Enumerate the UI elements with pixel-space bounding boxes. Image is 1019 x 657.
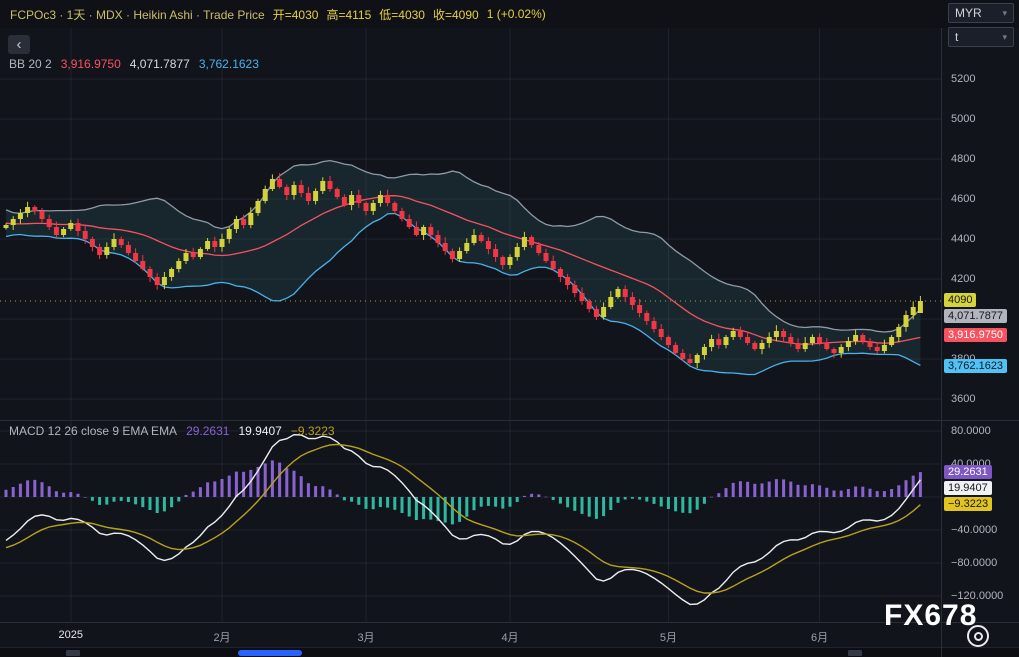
back-button[interactable]: ‹ bbox=[8, 35, 30, 54]
bb-legend-title[interactable]: BB 20 2 bbox=[9, 57, 52, 71]
time-label-3月: 3月 bbox=[357, 629, 374, 645]
last-price-label: 4090 bbox=[944, 293, 976, 307]
currency-value: MYR bbox=[955, 6, 982, 20]
chevron-down-icon: ▾ bbox=[1002, 32, 1007, 43]
bb-upper-value: 4,071.7877 bbox=[130, 57, 190, 71]
macd-tick: 80.0000 bbox=[951, 425, 991, 437]
macd-tick: −40.0000 bbox=[951, 524, 997, 536]
fx678-logo-icon bbox=[967, 625, 989, 647]
macd-line-label: 19.9407 bbox=[944, 481, 992, 495]
bb-legend: BB 20 2 3,916.9750 4,071.7877 3,762.1623 bbox=[9, 57, 259, 71]
macd-hist-value: 29.2631 bbox=[186, 424, 229, 438]
scrollbar-thumb[interactable] bbox=[238, 650, 302, 656]
price-tick-5000: 5000 bbox=[951, 113, 975, 125]
trading-chart-app: FCPOc3 · 1天 · MDX · Heikin Ashi · Trade … bbox=[0, 0, 1019, 657]
horizontal-scrollbar[interactable] bbox=[0, 647, 1019, 657]
macd-chart-svg[interactable] bbox=[0, 421, 941, 622]
ohlc-close: 收=4090 bbox=[433, 6, 479, 23]
watermark-text: FX678 bbox=[884, 599, 977, 633]
back-icon: ‹ bbox=[17, 37, 22, 52]
currency-dropdown[interactable]: MYR ▾ bbox=[948, 3, 1014, 23]
price-change: 1 (+0.02%) bbox=[487, 7, 546, 21]
time-axis[interactable]: 2025 2月 3月 4月 5月 6月 bbox=[0, 622, 1019, 647]
bb-basis-value: 3,916.9750 bbox=[61, 57, 121, 71]
macd-legend-title[interactable]: MACD 12 26 close 9 EMA EMA bbox=[9, 424, 177, 438]
time-label-6月: 6月 bbox=[811, 629, 828, 645]
price-tick-4800: 4800 bbox=[951, 153, 975, 165]
chart-toolbar: FCPOc3 · 1天 · MDX · Heikin Ashi · Trade … bbox=[0, 0, 1019, 28]
chevron-down-icon: ▾ bbox=[1002, 8, 1007, 19]
bb-basis-label: 3,916.9750 bbox=[944, 328, 1007, 342]
unit-dropdown[interactable]: t ▾ bbox=[948, 27, 1014, 47]
scroll-mark-left bbox=[66, 650, 80, 656]
ohlc-high: 高=4115 bbox=[326, 6, 371, 23]
time-label-2025: 2025 bbox=[59, 629, 83, 641]
fx678-logo-inner-ring bbox=[974, 632, 983, 641]
price-scale-axis[interactable]: 5200500048004600440042003800360080.00004… bbox=[941, 0, 1019, 657]
price-tick-5200: 5200 bbox=[951, 73, 975, 85]
macd-pane[interactable] bbox=[0, 421, 941, 622]
bb-lower-value: 3,762.1623 bbox=[199, 57, 259, 71]
price-pane[interactable] bbox=[0, 28, 941, 420]
pane-separator[interactable] bbox=[0, 420, 1019, 421]
bb-upper-label: 4,071.7877 bbox=[944, 309, 1007, 323]
ohlc-open: 开=4030 bbox=[273, 6, 319, 23]
bb-lower-label: 3,762.1623 bbox=[944, 359, 1007, 373]
scroll-mark-right bbox=[848, 650, 862, 656]
macd-signal-label: −9.3223 bbox=[944, 497, 992, 511]
macd-tick: −80.0000 bbox=[951, 557, 997, 569]
price-tick-4600: 4600 bbox=[951, 193, 975, 205]
time-label-5月: 5月 bbox=[660, 629, 677, 645]
price-chart-svg[interactable] bbox=[0, 28, 941, 420]
macd-hist-label: 29.2631 bbox=[944, 465, 992, 479]
macd-signal-value: −9.3223 bbox=[291, 424, 335, 438]
time-label-4月: 4月 bbox=[501, 629, 518, 645]
price-tick-4200: 4200 bbox=[951, 273, 975, 285]
macd-line-value: 19.9407 bbox=[238, 424, 281, 438]
macd-legend: MACD 12 26 close 9 EMA EMA 29.2631 19.94… bbox=[9, 424, 335, 438]
symbol-title[interactable]: FCPOc3 · 1天 · MDX · Heikin Ashi · Trade … bbox=[10, 6, 265, 23]
ohlc-low: 低=4030 bbox=[379, 6, 425, 23]
price-tick-4400: 4400 bbox=[951, 233, 975, 245]
unit-value: t bbox=[955, 30, 958, 44]
price-tick-3600: 3600 bbox=[951, 393, 975, 405]
time-label-2月: 2月 bbox=[213, 629, 230, 645]
